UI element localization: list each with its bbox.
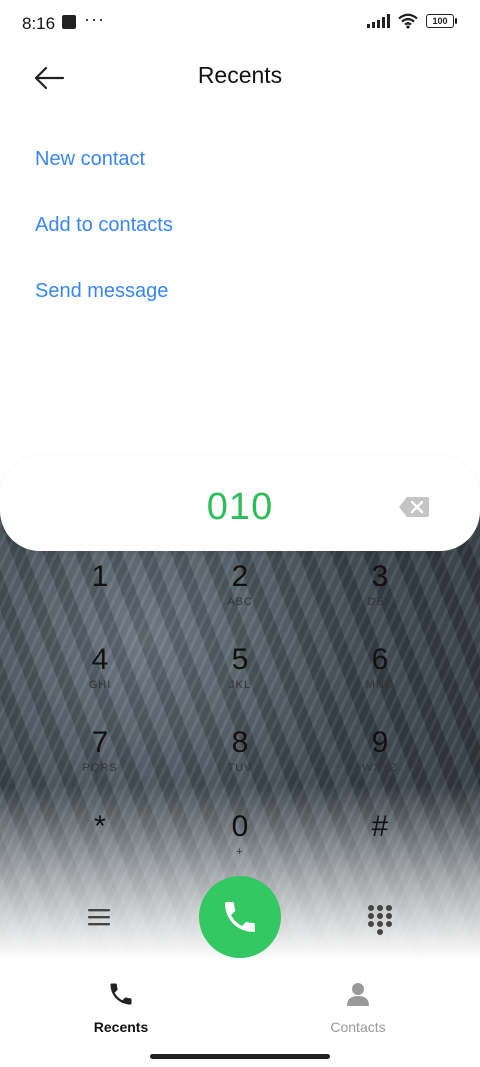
battery-icon: 100 xyxy=(426,14,457,28)
key-star[interactable]: * xyxy=(45,810,155,880)
dialpad-icon xyxy=(368,905,392,935)
send-message-link[interactable]: Send message xyxy=(35,280,168,303)
backspace-icon xyxy=(399,497,429,517)
tab-contacts-label: Contacts xyxy=(330,1019,386,1035)
signal-icon xyxy=(367,14,390,28)
keypad-toggle-button[interactable] xyxy=(366,903,394,935)
key-digit: 5 xyxy=(231,643,249,676)
key-digit: 7 xyxy=(91,726,109,759)
menu-button[interactable] xyxy=(86,905,114,931)
tab-recents-label: Recents xyxy=(93,1019,149,1035)
phone-icon xyxy=(110,983,132,1005)
person-icon xyxy=(347,983,369,1006)
key-5[interactable]: 5 JKL xyxy=(185,643,295,713)
key-letters: MNO xyxy=(365,679,395,691)
home-indicator[interactable] xyxy=(150,1054,330,1059)
hamburger-menu-icon xyxy=(88,909,110,926)
status-bar: 8:16 ··· 100 xyxy=(0,0,480,48)
key-1[interactable]: 1 xyxy=(45,560,155,630)
key-3[interactable]: 3 DEF xyxy=(325,560,435,630)
key-digit: 3 xyxy=(371,560,389,593)
key-hash[interactable]: # xyxy=(325,810,435,880)
key-digit: # xyxy=(371,810,389,843)
key-letters: ABC xyxy=(227,596,253,608)
status-time: 8:16 xyxy=(22,14,56,33)
key-digit: * xyxy=(94,810,106,843)
more-notifications-icon: ··· xyxy=(84,9,105,29)
key-8[interactable]: 8 TUV xyxy=(185,726,295,796)
key-digit: 9 xyxy=(371,726,389,759)
page-title: Recents xyxy=(197,62,283,88)
key-9[interactable]: 9 WXYZ xyxy=(325,726,435,796)
number-display: 010 xyxy=(0,456,480,551)
key-letters: PQRS xyxy=(82,762,118,774)
key-letters: GHI xyxy=(88,679,112,691)
key-7[interactable]: 7 PQRS xyxy=(45,726,155,796)
add-to-contacts-link[interactable]: Add to contacts xyxy=(35,214,173,237)
phone-icon xyxy=(225,902,255,932)
key-digit: 2 xyxy=(231,560,249,593)
wifi-icon xyxy=(398,13,418,29)
header: Recents xyxy=(0,56,480,100)
key-6[interactable]: 6 MNO xyxy=(325,643,435,713)
key-digit: 0 xyxy=(231,810,249,843)
bottom-nav: Recents Contacts xyxy=(0,965,480,1045)
key-0[interactable]: 0 + xyxy=(185,810,295,880)
key-letters: + xyxy=(236,846,244,858)
key-letters: DEF xyxy=(367,596,393,608)
key-letters: WXYZ xyxy=(362,762,398,774)
key-2[interactable]: 2 ABC xyxy=(185,560,295,630)
tab-contacts[interactable]: Contacts xyxy=(298,980,418,1035)
backspace-button[interactable] xyxy=(398,496,430,518)
key-4[interactable]: 4 GHI xyxy=(45,643,155,713)
tab-recents[interactable]: Recents xyxy=(61,980,181,1035)
key-digit: 4 xyxy=(91,643,109,676)
call-button[interactable] xyxy=(199,876,281,958)
key-digit: 8 xyxy=(231,726,249,759)
notification-icon xyxy=(62,15,76,29)
key-letters: TUV xyxy=(227,762,253,774)
key-digit: 6 xyxy=(371,643,389,676)
key-letters: JKL xyxy=(229,679,251,691)
new-contact-link[interactable]: New contact xyxy=(35,148,145,171)
key-digit: 1 xyxy=(91,560,109,593)
